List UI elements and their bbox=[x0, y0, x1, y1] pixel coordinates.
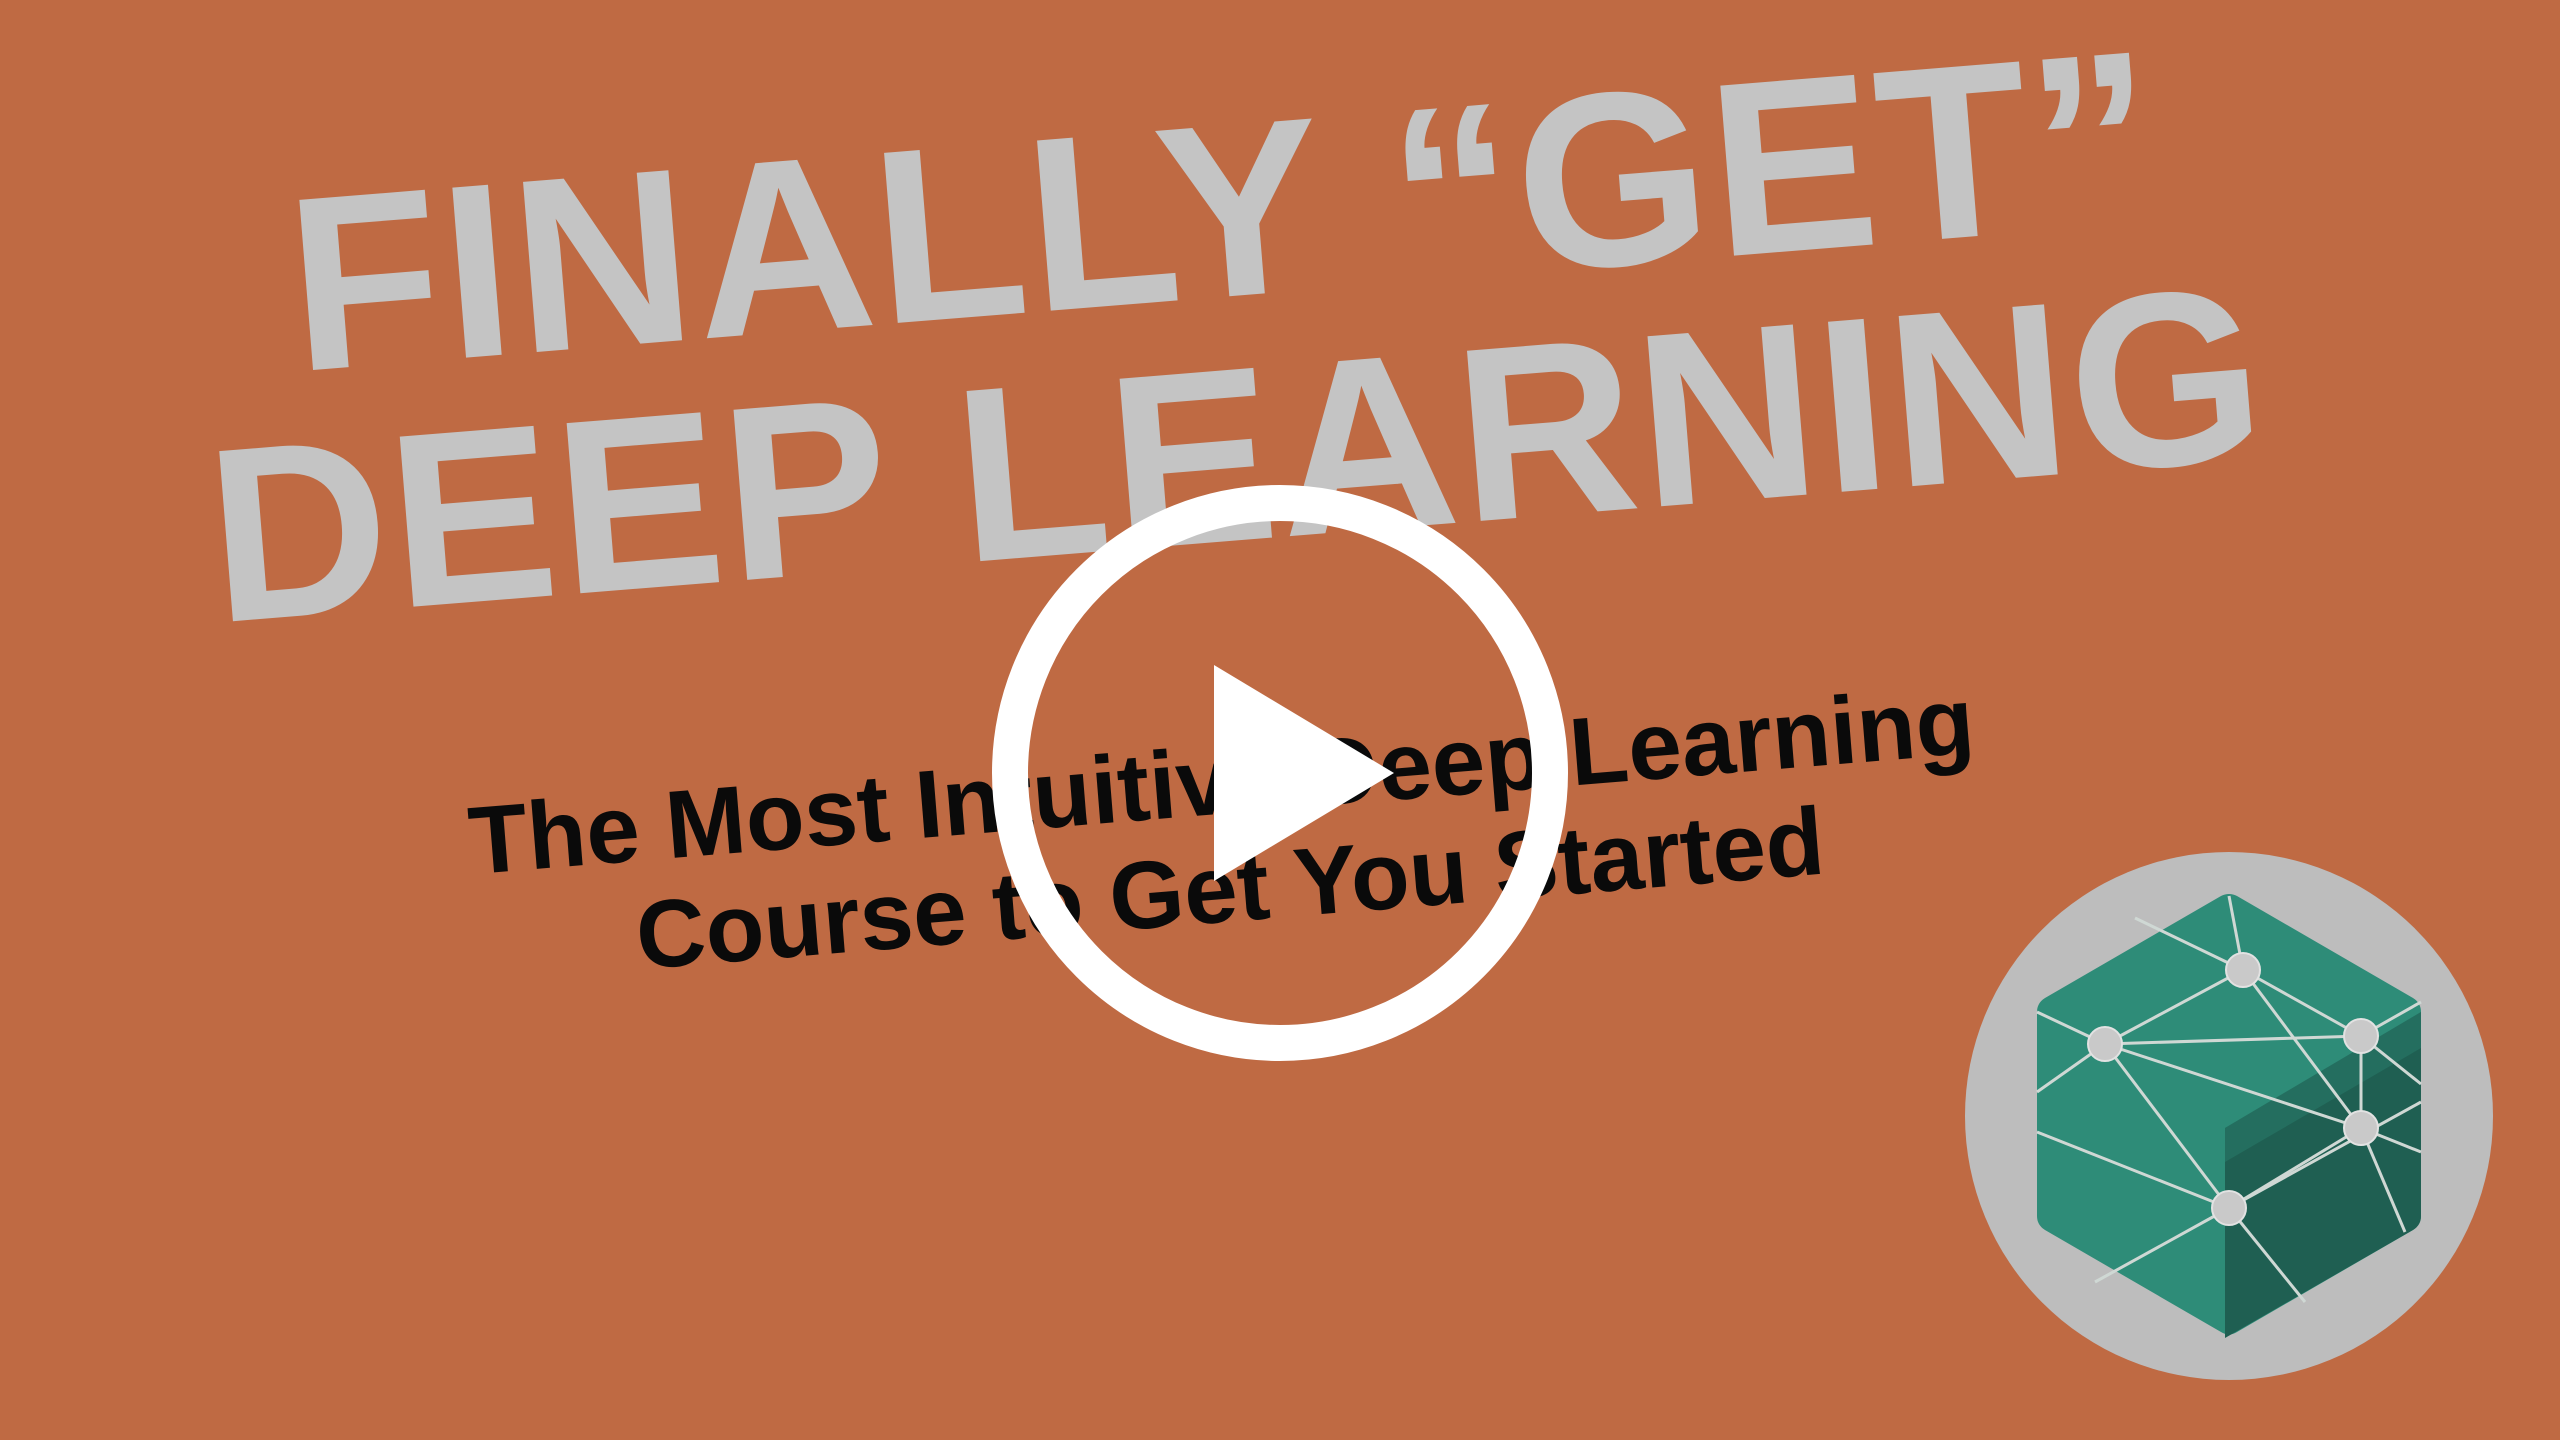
video-thumbnail[interactable]: FINALLY “GET” DEEP LEARNING The Most Int… bbox=[0, 0, 2560, 1440]
logo-badge bbox=[1965, 852, 2493, 1380]
hexagon-network-icon bbox=[1965, 852, 2493, 1380]
play-icon[interactable] bbox=[992, 485, 1568, 1061]
play-button[interactable] bbox=[992, 485, 1568, 1061]
